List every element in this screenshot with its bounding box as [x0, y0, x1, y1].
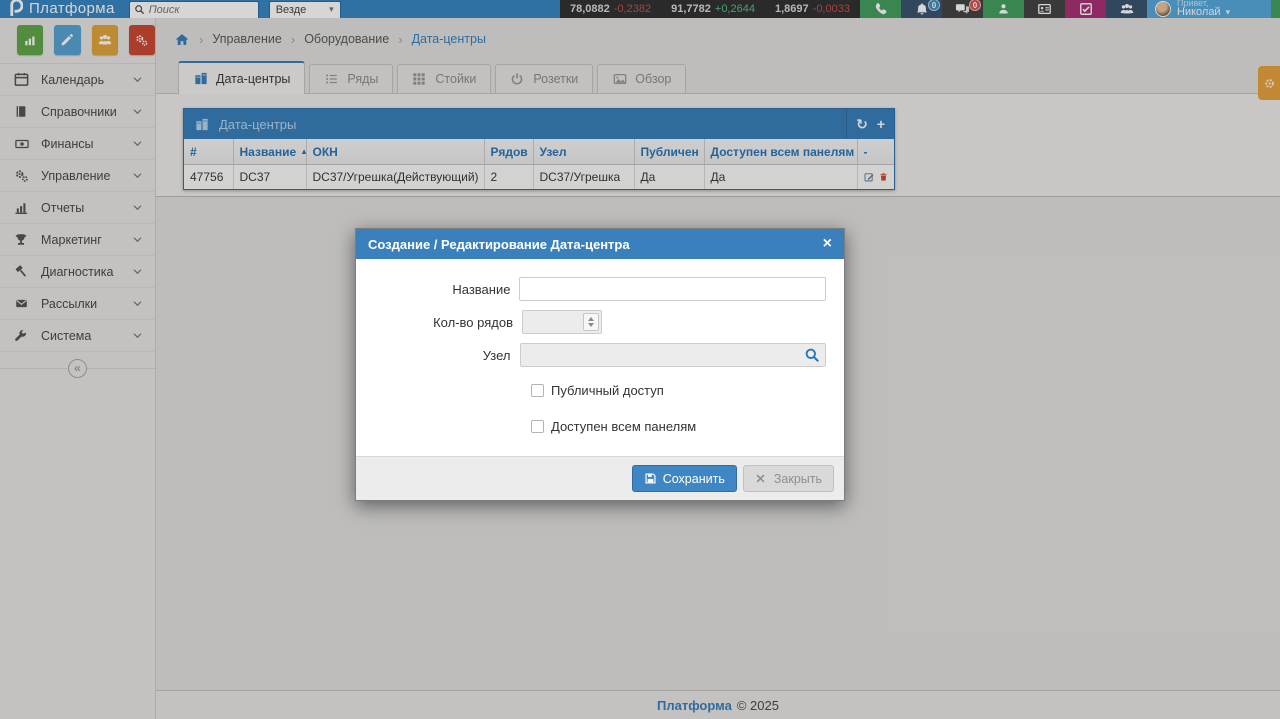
cancel-button[interactable]: Закрыть: [743, 465, 834, 492]
name-field-label: Название: [374, 282, 519, 297]
public-access-option: Публичный доступ: [531, 376, 826, 405]
save-button[interactable]: Сохранить: [632, 465, 737, 492]
node-field[interactable]: [521, 348, 804, 362]
modal-header: Создание / Редактирование Дата-центра ×: [356, 229, 844, 259]
datacenter-modal: Создание / Редактирование Дата-центра × …: [355, 228, 845, 501]
public-access-checkbox[interactable]: [531, 384, 544, 397]
name-field[interactable]: [519, 277, 826, 301]
stepper-buttons[interactable]: [583, 313, 599, 331]
all-panels-option: Доступен всем панелям: [531, 405, 826, 452]
rows-count-stepper: [522, 310, 602, 334]
node-lookup: [520, 343, 826, 367]
close-icon: [755, 472, 768, 485]
modal-footer: Сохранить Закрыть: [356, 456, 844, 500]
cancel-button-label: Закрыть: [774, 472, 822, 486]
public-access-label: Публичный доступ: [551, 383, 664, 398]
step-down-icon: [588, 323, 594, 327]
modal-body: Название Кол-во рядов Узел: [356, 259, 844, 456]
rows-count-label: Кол-во рядов: [374, 315, 522, 330]
rows-count-field[interactable]: [523, 315, 583, 329]
step-up-icon: [588, 317, 594, 321]
save-icon: [644, 472, 657, 485]
save-button-label: Сохранить: [663, 472, 725, 486]
all-panels-checkbox[interactable]: [531, 420, 544, 433]
close-icon[interactable]: ×: [823, 236, 832, 252]
all-panels-label: Доступен всем панелям: [551, 419, 696, 434]
application-window: Платформа Везде ▾ 78,0882 -0,2382 91,778…: [0, 0, 1280, 719]
node-field-label: Узел: [374, 348, 520, 363]
modal-title: Создание / Редактирование Дата-центра: [368, 237, 630, 252]
search-icon[interactable]: [804, 347, 820, 363]
